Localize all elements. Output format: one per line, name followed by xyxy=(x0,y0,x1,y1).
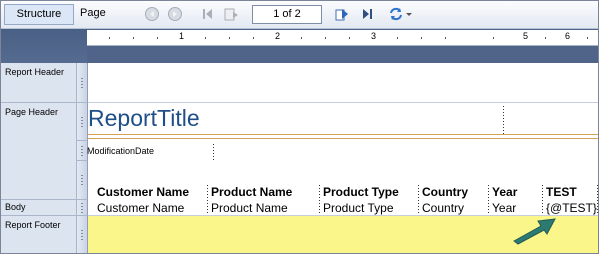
body-field[interactable]: {@TEST} xyxy=(546,201,597,215)
column-separator xyxy=(319,185,320,215)
report-footer-grip[interactable] xyxy=(77,216,88,253)
body-field[interactable]: Product Type xyxy=(323,201,394,215)
ruler-underlay xyxy=(87,47,598,63)
column-header[interactable]: Year xyxy=(492,185,517,199)
ruler-mark: 1 xyxy=(179,31,185,41)
ruler-mark: 5 xyxy=(523,31,529,41)
structure-tab[interactable]: Structure xyxy=(4,4,74,25)
page-number-input[interactable]: 1 of 2 xyxy=(252,5,322,24)
section-label-page-header[interactable]: Page Header xyxy=(1,103,77,200)
column-separator xyxy=(488,185,489,215)
goto-page-icon[interactable] xyxy=(334,6,350,22)
body-field[interactable]: Country xyxy=(422,201,464,215)
last-page-icon[interactable] xyxy=(359,6,375,22)
column-separator xyxy=(542,185,543,215)
report-designer-window: Structure Page 1 of 2 1 2 3 5 6 Report H… xyxy=(0,0,599,254)
field-border xyxy=(503,106,504,134)
column-header[interactable]: Country xyxy=(422,185,468,199)
toolbar: Structure Page 1 of 2 xyxy=(1,1,598,29)
body-field[interactable]: Product Name xyxy=(211,201,288,215)
column-separator xyxy=(418,185,419,215)
export-page-icon[interactable] xyxy=(223,6,239,22)
ruler-mark: 6 xyxy=(565,31,571,41)
body-grip[interactable] xyxy=(77,200,88,216)
dropdown-arrow-icon[interactable] xyxy=(405,6,413,22)
page-header-grip[interactable] xyxy=(77,103,88,141)
refresh-icon[interactable] xyxy=(388,6,404,22)
horizontal-ruler: 1 2 3 5 6 xyxy=(87,30,598,46)
title-divider-line xyxy=(88,134,598,135)
annotation-arrow-icon xyxy=(511,214,561,246)
next-circle-icon[interactable] xyxy=(167,6,183,22)
section-label-report-header[interactable]: Report Header xyxy=(1,63,77,103)
report-header-area[interactable] xyxy=(88,63,598,103)
column-header[interactable]: Customer Name xyxy=(97,185,189,199)
ruler-mark: 3 xyxy=(371,31,377,41)
column-separator xyxy=(207,185,208,215)
section-label-body[interactable]: Body xyxy=(1,200,77,216)
title-divider-line xyxy=(88,138,598,139)
body-field[interactable]: Year xyxy=(492,201,516,215)
ruler-corner xyxy=(1,29,87,63)
first-page-icon[interactable] xyxy=(200,6,216,22)
body-field[interactable]: Customer Name xyxy=(97,201,184,215)
page-tab[interactable]: Page xyxy=(78,4,112,25)
report-header-grip[interactable] xyxy=(77,63,88,103)
modification-date-field[interactable]: ModificationDate xyxy=(87,146,154,156)
field-border xyxy=(213,144,214,160)
column-header[interactable]: TEST xyxy=(546,185,577,199)
prev-circle-icon[interactable] xyxy=(144,6,160,22)
report-title-field[interactable]: ReportTitle xyxy=(88,105,200,132)
ruler-band: 1 2 3 5 6 xyxy=(1,29,598,63)
column-header[interactable]: Product Name xyxy=(211,185,292,199)
section-label-report-footer[interactable]: Report Footer xyxy=(1,216,77,253)
page-header-grip[interactable] xyxy=(77,161,88,200)
column-header[interactable]: Product Type xyxy=(323,185,399,199)
ruler-mark: 2 xyxy=(275,31,281,41)
column-separator xyxy=(597,185,598,215)
